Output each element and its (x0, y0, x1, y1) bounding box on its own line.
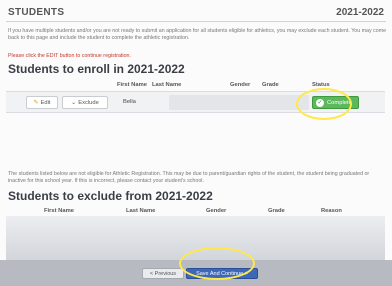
highlight-circle (179, 247, 255, 280)
chevron-down-icon: ⌄ (71, 100, 77, 106)
intro-text: If you have multiple students and/or you… (8, 28, 387, 41)
exclude-col-last-name: Last Name (126, 208, 156, 214)
enroll-col-gender: Gender (230, 82, 251, 88)
exclude-label: Exclude (78, 99, 99, 106)
previous-button[interactable]: < Previous (142, 268, 184, 279)
redacted-student-details (169, 95, 309, 110)
exclude-col-gender: Gender (206, 208, 227, 214)
enroll-heading: Students to enroll in 2021-2022 (8, 62, 185, 76)
edit-button[interactable]: ✎ Edit (26, 96, 58, 109)
edit-label: Edit (40, 99, 51, 106)
page-header: STUDENTS 2021-2022 (6, 6, 386, 22)
enroll-col-first-name: First Name (117, 82, 147, 88)
students-page: STUDENTS 2021-2022 If you have multiple … (0, 0, 392, 286)
pencil-icon: ✎ (33, 100, 39, 106)
enroll-col-grade: Grade (262, 82, 279, 88)
school-year: 2021-2022 (336, 7, 384, 18)
exclude-col-reason: Reason (321, 208, 342, 214)
enroll-col-last-name: Last Name (152, 82, 182, 88)
student-first-name: Bella (123, 99, 136, 105)
page-title: STUDENTS (8, 7, 65, 18)
exclude-button[interactable]: ⌄ Exclude (62, 96, 108, 109)
ineligible-explanation: The students listed below are not eligib… (8, 171, 370, 184)
exclude-col-grade: Grade (268, 208, 285, 214)
exclude-col-first-name: First Name (44, 208, 74, 214)
highlight-circle (296, 88, 352, 120)
edit-notice: Please click the EDIT button to continue… (8, 53, 131, 59)
exclude-heading: Students to exclude from 2021-2022 (8, 189, 213, 203)
